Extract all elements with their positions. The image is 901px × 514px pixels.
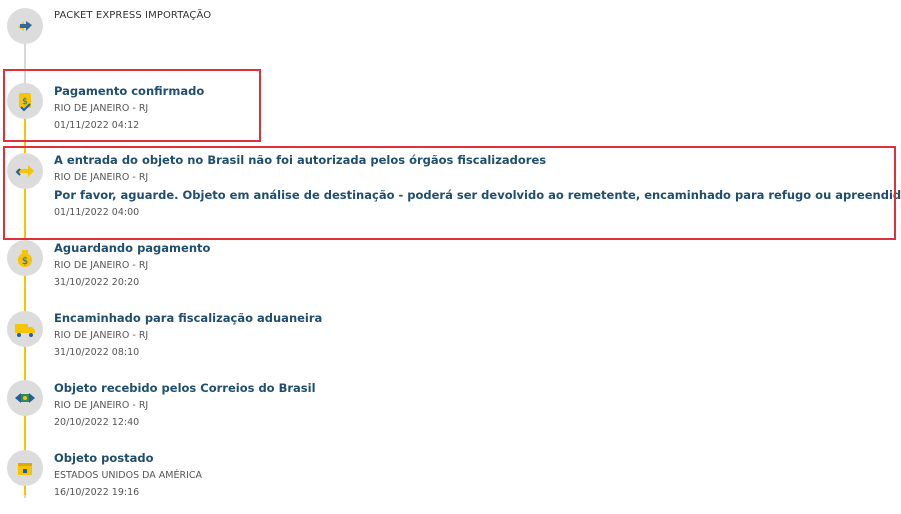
event-awaiting-payment: Aguardando pagamento RIO DE JANEIRO - RJ…	[54, 241, 210, 290]
package-received-icon	[7, 380, 43, 416]
event-datetime: 16/10/2022 19:16	[54, 487, 140, 498]
package-swap-icon	[7, 8, 43, 44]
event-title: Aguardando pagamento	[54, 241, 211, 255]
event-customs-inspection: Encaminhado para fiscalização aduaneira …	[54, 311, 322, 360]
highlight-box-1	[3, 69, 261, 142]
service-title: PACKET EXPRESS IMPORTAÇÃO	[54, 10, 212, 21]
money-bag-icon: $	[7, 240, 43, 276]
event-posted: Objeto postado ESTADOS UNIDOS DA AMÉRICA…	[54, 451, 202, 500]
event-title: Objeto postado	[54, 451, 154, 465]
svg-text:$: $	[22, 256, 28, 267]
event-location: RIO DE JANEIRO - RJ	[54, 400, 149, 411]
event-location: RIO DE JANEIRO - RJ	[54, 260, 149, 271]
event-title: Encaminhado para fiscalização aduaneira	[54, 311, 323, 325]
event-datetime: 31/10/2022 08:10	[54, 347, 140, 358]
event-title: Objeto recebido pelos Correios do Brasil	[54, 381, 316, 395]
customs-truck-icon	[7, 311, 43, 347]
highlight-box-2	[3, 146, 896, 240]
event-received-correios: Objeto recebido pelos Correios do Brasil…	[54, 381, 316, 430]
event-location: ESTADOS UNIDOS DA AMÉRICA	[54, 470, 203, 481]
event-location: RIO DE JANEIRO - RJ	[54, 330, 149, 341]
box-posted-icon	[7, 450, 43, 486]
event-datetime: 31/10/2022 20:20	[54, 277, 140, 288]
event-datetime: 20/10/2022 12:40	[54, 417, 140, 428]
